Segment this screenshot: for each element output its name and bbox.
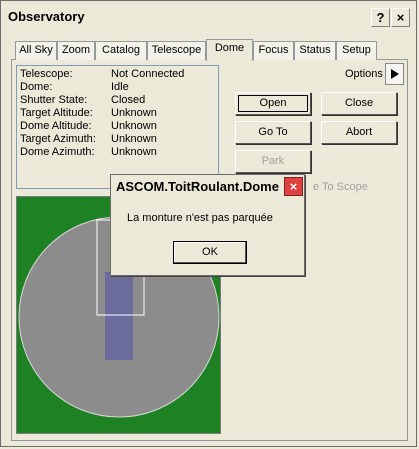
close-shutter-button[interactable]: Close xyxy=(321,92,397,115)
status-value: Unknown xyxy=(111,146,157,158)
status-value: Idle xyxy=(111,81,129,93)
status-label: Shutter State: xyxy=(20,94,88,106)
dialog-title: ASCOM.ToitRoulant.Dome xyxy=(116,179,279,194)
status-label: Target Azimuth: xyxy=(20,133,96,145)
status-label: Telescope: xyxy=(20,68,73,80)
status-value: Unknown xyxy=(111,133,157,145)
status-value: Unknown xyxy=(111,107,157,119)
status-value: Closed xyxy=(111,94,146,106)
options-button[interactable] xyxy=(385,63,404,85)
dialog-message: La monture n'est pas parquée xyxy=(127,212,273,224)
tab-setup[interactable]: Setup xyxy=(336,41,377,60)
dialog-close-button[interactable]: × xyxy=(284,177,303,196)
options-label: Options xyxy=(345,68,383,80)
tab-dome[interactable]: Dome xyxy=(206,39,253,61)
title-bar[interactable]: Observatory ? × xyxy=(2,2,415,30)
triangle-right-icon xyxy=(391,69,399,79)
tab-focus[interactable]: Focus xyxy=(253,41,294,60)
tab-zoom[interactable]: Zoom xyxy=(57,41,95,60)
status-label: Dome Altitude: xyxy=(20,120,92,132)
tab-all-sky[interactable]: All Sky xyxy=(15,41,57,60)
slave-to-scope-label[interactable]: e To Scope xyxy=(313,181,368,193)
help-button[interactable]: ? xyxy=(371,8,390,27)
dialog-ok-button[interactable]: OK xyxy=(173,241,247,264)
goto-button[interactable]: Go To xyxy=(235,121,311,144)
status-value: Unknown xyxy=(111,120,157,132)
window-title: Observatory xyxy=(8,9,85,24)
message-dialog: ASCOM.ToitRoulant.Dome × La monture n'es… xyxy=(110,174,305,276)
open-shutter-button[interactable]: Open xyxy=(235,92,311,115)
abort-button[interactable]: Abort xyxy=(321,121,397,144)
status-label: Target Altitude: xyxy=(20,107,93,119)
dome-status-box: Telescope: Not Connected Dome: Idle Shut… xyxy=(16,65,219,189)
close-window-button[interactable]: × xyxy=(391,8,410,27)
status-value: Not Connected xyxy=(111,68,185,80)
dome-slit xyxy=(105,272,133,360)
park-button[interactable]: Park xyxy=(235,150,311,173)
status-label: Dome: xyxy=(20,81,53,93)
status-label: Dome Azimuth: xyxy=(20,146,95,158)
tab-telescope[interactable]: Telescope xyxy=(147,41,206,60)
tab-catalog[interactable]: Catalog xyxy=(95,41,147,60)
tab-status[interactable]: Status xyxy=(294,41,336,60)
